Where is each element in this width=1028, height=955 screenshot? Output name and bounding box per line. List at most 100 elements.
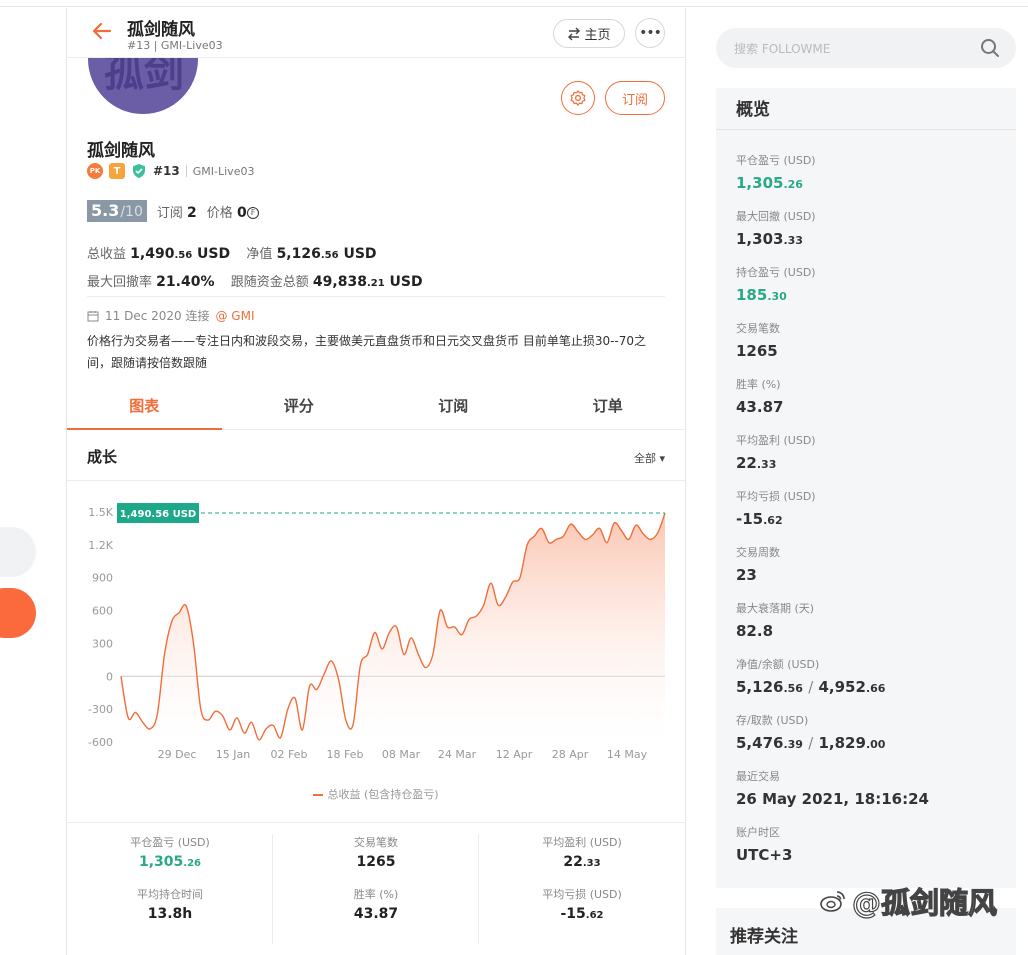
watermark: @孤剑随风 — [818, 880, 998, 922]
overview-value-main: 5,126 — [736, 678, 784, 696]
overview-value: UTC+3 — [736, 846, 792, 864]
overview-label: 存/取款 (USD) — [736, 714, 809, 727]
stat-avg-profit: 平均盈利 (USD) 22.33 — [479, 834, 685, 870]
overview-value: 5,476.39 / 1,829.00 — [736, 734, 885, 752]
overview-value-main: 43.87 — [736, 398, 784, 416]
y-tick-label: 1.5K — [88, 506, 113, 519]
tab-chart[interactable]: 图表 — [67, 382, 222, 430]
overview-item: 最大衰落期 (天) 82.8 — [736, 600, 814, 640]
overview-value-main: 1265 — [736, 342, 778, 360]
follow-funds-label: 跟随资金总额 — [230, 275, 309, 290]
overview-label: 平均亏损 (USD) — [736, 490, 816, 503]
gear-icon — [570, 90, 586, 106]
total-profit-unit: USD — [197, 246, 231, 262]
side-nav-button-grey[interactable] — [0, 527, 36, 577]
overview-item: 账户时区 UTC+3 — [736, 824, 792, 864]
legend-line-icon — [313, 794, 324, 796]
follow-funds-value: 49,838 — [312, 274, 367, 290]
subscribe-button[interactable]: 订阅 — [605, 81, 665, 115]
x-tick-label: 29 Dec — [158, 748, 197, 761]
home-button[interactable]: 主页 — [553, 19, 625, 48]
tab-subscribe[interactable]: 订阅 — [376, 382, 531, 429]
overview-label: 账户时区 — [736, 826, 780, 839]
stat-label: 平均盈利 (USD) — [542, 836, 622, 849]
follow-funds-unit: USD — [389, 274, 423, 290]
stat-value: 1265 — [356, 854, 396, 870]
overview-title: 概览 — [736, 100, 770, 120]
stat-avg-hold-time: 平均持仓时间 13.8h — [67, 886, 273, 922]
overview-item: 持仓盈亏 (USD) 185.30 — [736, 264, 816, 304]
overview-value-decimals: .62 — [763, 514, 783, 527]
side-nav-button-orange[interactable] — [0, 588, 36, 638]
drawdown-funds-line: 最大回撤率 21.40% 跟随资金总额 49,838.21 USD — [87, 271, 423, 290]
overview-item: 存/取款 (USD) 5,476.39 / 1,829.00 — [736, 712, 885, 752]
stat-label: 平仓盈亏 (USD) — [130, 836, 210, 849]
overview-value-main: -15 — [736, 510, 764, 528]
overview-item: 净值/余额 (USD) 5,126.56 / 4,952.66 — [736, 656, 885, 696]
x-tick-label: 14 May — [607, 748, 648, 761]
settings-button[interactable] — [561, 81, 595, 115]
overview-label: 净值/余额 (USD) — [736, 658, 820, 671]
stat-win-rate: 胜率 (%) 43.87 — [273, 886, 479, 922]
overview-value-main: 1,305 — [736, 174, 784, 192]
stat-value: 1,305 — [138, 854, 184, 870]
back-arrow-icon[interactable] — [91, 20, 113, 42]
overview-value-main: 22 — [736, 454, 757, 472]
tab-rating[interactable]: 评分 — [222, 382, 377, 429]
tab-orders[interactable]: 订单 — [531, 382, 686, 429]
overview-value: 23 — [736, 566, 780, 584]
equity-unit: USD — [343, 246, 377, 262]
search-icon[interactable] — [980, 38, 1000, 58]
sticky-header: 孤剑随风 #13 | GMI-Live03 主页 ••• — [67, 8, 685, 58]
overview-item: 平均亏损 (USD) -15.62 — [736, 488, 816, 528]
y-tick-label: 300 — [92, 637, 113, 650]
search-box[interactable]: 搜索 FOLLOWME — [716, 28, 1016, 68]
overview-value-decimals: .26 — [783, 178, 803, 191]
overview-item: 最近交易 26 May 2021, 18:16:24 — [736, 768, 929, 808]
calendar-icon — [87, 310, 99, 321]
stats-column: 交易笔数 1265 胜率 (%) 43.87 — [273, 834, 479, 944]
overview-label: 平仓盈亏 (USD) — [736, 154, 816, 167]
overview-value-main: 23 — [736, 566, 757, 584]
total-profit-decimals: .56 — [174, 250, 193, 261]
stat-label: 平均亏损 (USD) — [542, 888, 622, 901]
overview-value-decimals: .33 — [783, 234, 803, 247]
more-icon: ••• — [639, 25, 662, 41]
overview-value-decimals: .39 — [783, 738, 803, 751]
home-button-label: 主页 — [584, 28, 611, 43]
overview-value-secondary-decimals: .66 — [865, 682, 886, 695]
total-profit-value: 1,490 — [130, 246, 175, 262]
swap-icon — [568, 27, 581, 40]
overview-item: 平仓盈亏 (USD) 1,305.26 — [736, 152, 816, 192]
overview-value-main: 82.8 — [736, 622, 774, 640]
subs-value: 2 — [187, 204, 197, 221]
divider — [87, 296, 665, 297]
growth-chart: 1.5K 1.2K 900 600 300 0 -300 -600 29 Dec 15 Jan 02… — [88, 503, 666, 761]
stat-avg-loss: 平均亏损 (USD) -15.62 — [479, 886, 685, 922]
stat-decimals: .62 — [585, 910, 604, 921]
overview-value: 82.8 — [736, 622, 814, 640]
broker-link[interactable]: @ GMI — [215, 309, 254, 323]
overview-value-main: 185 — [736, 286, 768, 304]
price-label: 价格 — [206, 205, 233, 221]
trader-profile-panel: 孤剑 孤剑随风 #13 | GMI-Live03 主页 ••• 订阅 孤剑随风 … — [66, 8, 686, 955]
x-tick-label: 08 Mar — [382, 748, 421, 761]
more-button[interactable]: ••• — [635, 18, 665, 48]
growth-header: 成长 全部 ▾ — [67, 431, 685, 481]
joined-date: 11 Dec 2020 连接 — [105, 309, 210, 323]
top-divider — [0, 6, 1028, 7]
divider — [185, 165, 187, 177]
overview-value: 1,305.26 — [736, 174, 816, 192]
overview-value-secondary-decimals: .00 — [865, 738, 886, 751]
stat-trade-count: 交易笔数 1265 — [273, 834, 479, 870]
overview-value-main: 26 May 2021, 18:16:24 — [736, 790, 929, 808]
chart-legend[interactable]: 总收益 (包含持仓盈亏) — [67, 786, 685, 802]
x-tick-label: 15 Jan — [216, 748, 250, 761]
slash-separator: / — [808, 734, 814, 752]
overview-value: -15.62 — [736, 510, 816, 528]
stat-value: 43.87 — [353, 906, 399, 922]
overview-value-decimals: .33 — [756, 458, 777, 471]
range-dropdown[interactable]: 全部 ▾ — [634, 450, 665, 466]
overview-value: 185.30 — [736, 286, 816, 304]
joined-row: 11 Dec 2020 连接 @ GMI — [87, 307, 255, 324]
